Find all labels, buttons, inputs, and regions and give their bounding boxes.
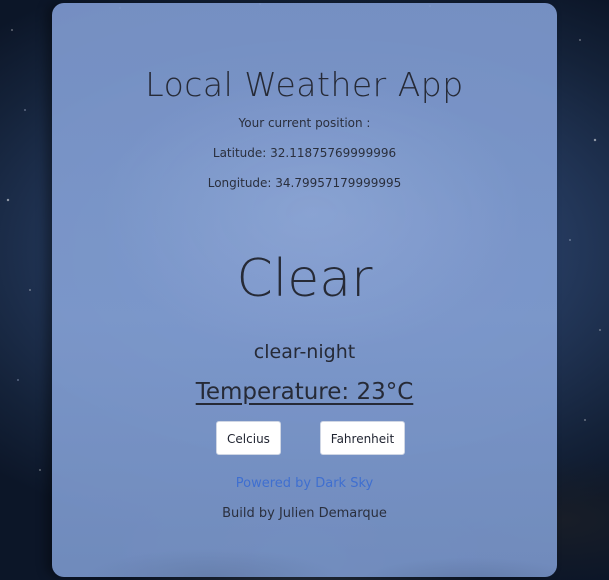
position-label: Your current position : [238,116,371,130]
longitude-text: Longitude: 34.79957179999995 [207,176,402,190]
celsius-button[interactable]: Celcius [216,421,281,455]
latitude-text: Latitude: 32.11875769999996 [212,146,397,160]
temperature-display: Temperature: 23°C [52,379,557,405]
temperature-text: Temperature: 23°C [195,379,414,405]
weather-content: Local Weather App Your current position … [52,3,557,577]
fahrenheit-button[interactable]: Fahrenheit [320,421,405,455]
author-credit: Build by Julien Demarque [222,506,387,521]
powered-by-dark-sky-link[interactable]: Powered by Dark Sky [52,476,557,491]
weather-summary: Clear [236,249,373,309]
weather-card: Local Weather App Your current position … [52,3,557,577]
weather-icon-name: clear-night [253,341,356,363]
app-title: Local Weather App [145,65,464,104]
